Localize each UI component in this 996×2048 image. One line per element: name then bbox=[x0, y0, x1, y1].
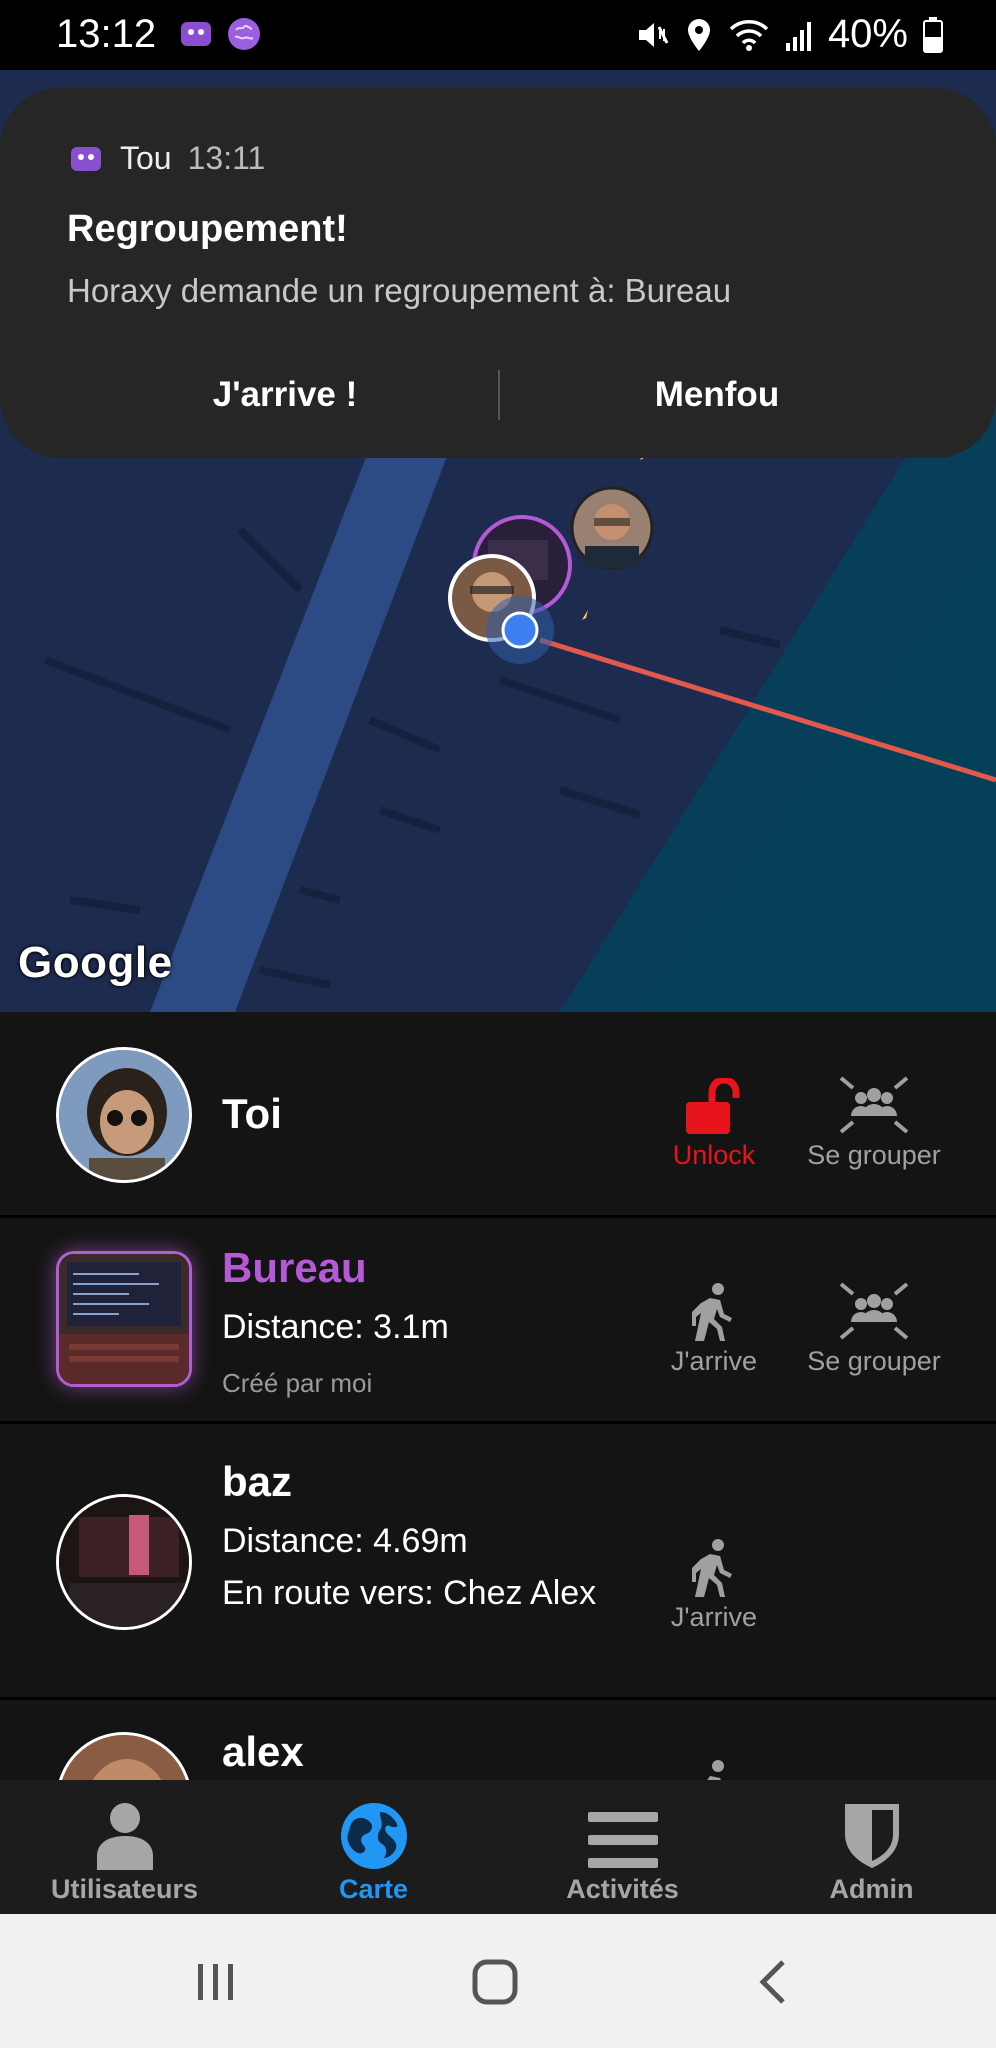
place-distance: Distance: 3.1m bbox=[222, 1308, 449, 1346]
group-button[interactable]: Se grouper bbox=[804, 1272, 944, 1377]
recent-apps-icon[interactable] bbox=[186, 1952, 246, 2012]
avatar bbox=[56, 1494, 192, 1630]
place-thumbnail bbox=[56, 1251, 192, 1387]
unlock-button[interactable]: Unlock bbox=[644, 1066, 784, 1171]
notification-header: Tou 13:11 bbox=[68, 140, 265, 177]
notification-decline-button[interactable]: Menfou bbox=[468, 350, 966, 440]
arrive-button[interactable] bbox=[644, 1752, 784, 1780]
nav-label: Admin bbox=[829, 1874, 914, 1904]
system-nav-bar bbox=[0, 1914, 996, 2048]
notification-time: 13:11 bbox=[187, 140, 266, 176]
notification-accept-button[interactable]: J'arrive ! bbox=[36, 350, 534, 440]
status-time: 13:12 bbox=[56, 12, 157, 56]
nav-label: Utilisateurs bbox=[50, 1874, 199, 1904]
notification-card[interactable]: Tou 13:11 Regroupement! Horaxy demande u… bbox=[0, 88, 996, 458]
walking-icon bbox=[707, 1760, 724, 1780]
unlock-label: Unlock bbox=[672, 1140, 756, 1170]
nav-utilisateurs[interactable]: Utilisateurs bbox=[0, 1780, 249, 1914]
signal-icon bbox=[785, 21, 811, 51]
row-name: baz bbox=[222, 1458, 293, 1505]
menu-icon bbox=[587, 1812, 658, 1868]
group-icon bbox=[839, 1076, 909, 1134]
status-bar: 13:12 40% bbox=[0, 0, 996, 70]
location-icon bbox=[687, 18, 710, 51]
brain-icon bbox=[228, 18, 260, 50]
arrive-label: J'arrive bbox=[670, 1346, 758, 1376]
nav-label: Activités bbox=[566, 1874, 679, 1904]
nav-admin[interactable]: Admin bbox=[747, 1780, 996, 1914]
notification-body: Horaxy demande un regroupement à: Bureau bbox=[67, 272, 732, 309]
user-icon bbox=[96, 1803, 153, 1870]
my-location-dot bbox=[501, 611, 539, 649]
user-route: En route vers: Chez Alex bbox=[222, 1574, 597, 1612]
app-icon bbox=[71, 146, 101, 171]
nav-carte[interactable]: Carte bbox=[249, 1780, 498, 1914]
list-item-user[interactable]: baz Distance: 4.69m En route vers: Chez … bbox=[0, 1424, 996, 1700]
place-name: Bureau bbox=[222, 1244, 367, 1291]
mute-icon bbox=[638, 22, 669, 47]
bottom-nav: Utilisateurs Carte Activités Admin bbox=[0, 1780, 996, 1914]
arrive-button[interactable]: J'arrive bbox=[644, 1272, 784, 1377]
walking-icon bbox=[692, 1539, 732, 1597]
globe-icon bbox=[340, 1803, 407, 1869]
map-avatar-user[interactable] bbox=[570, 486, 654, 570]
arrive-label: J'arrive bbox=[670, 1602, 758, 1632]
google-logo: Google bbox=[18, 938, 173, 987]
nav-label: Carte bbox=[338, 1874, 409, 1904]
list-item-user[interactable]: alex bbox=[0, 1700, 996, 1780]
group-label: Se grouper bbox=[807, 1140, 941, 1170]
member-list[interactable]: Toi Unlock Se grouper Bureau Distance: 3… bbox=[0, 1012, 996, 1780]
group-button[interactable]: Se grouper bbox=[804, 1066, 944, 1171]
arrive-button[interactable]: J'arrive bbox=[644, 1528, 784, 1633]
unlock-icon bbox=[686, 1078, 740, 1134]
shield-icon bbox=[844, 1804, 899, 1868]
status-icons: 40% bbox=[634, 12, 944, 57]
group-label: Se grouper bbox=[807, 1346, 941, 1376]
list-item-me[interactable]: Toi Unlock Se grouper bbox=[0, 1012, 996, 1218]
battery-percent: 40% bbox=[827, 12, 908, 56]
notification-app-name: Tou bbox=[120, 140, 172, 176]
row-name: alex bbox=[222, 1728, 304, 1775]
nav-activites[interactable]: Activités bbox=[498, 1780, 747, 1914]
group-icon bbox=[839, 1282, 909, 1340]
place-created-by: Créé par moi bbox=[222, 1368, 373, 1398]
user-distance: Distance: 4.69m bbox=[222, 1522, 468, 1560]
back-icon[interactable] bbox=[745, 1952, 805, 2012]
notification-title: Regroupement! bbox=[67, 208, 348, 250]
avatar bbox=[56, 1732, 192, 1780]
home-icon[interactable] bbox=[465, 1952, 525, 2012]
battery-icon bbox=[923, 16, 943, 53]
list-item-place[interactable]: Bureau Distance: 3.1m Créé par moi J'arr… bbox=[0, 1218, 996, 1424]
wifi-icon bbox=[729, 19, 769, 51]
notification-actions: J'arrive ! Menfou bbox=[0, 350, 996, 440]
avatar bbox=[56, 1047, 192, 1183]
walking-icon bbox=[692, 1283, 732, 1341]
app-icon bbox=[181, 22, 211, 46]
row-name: Toi bbox=[222, 1090, 282, 1137]
